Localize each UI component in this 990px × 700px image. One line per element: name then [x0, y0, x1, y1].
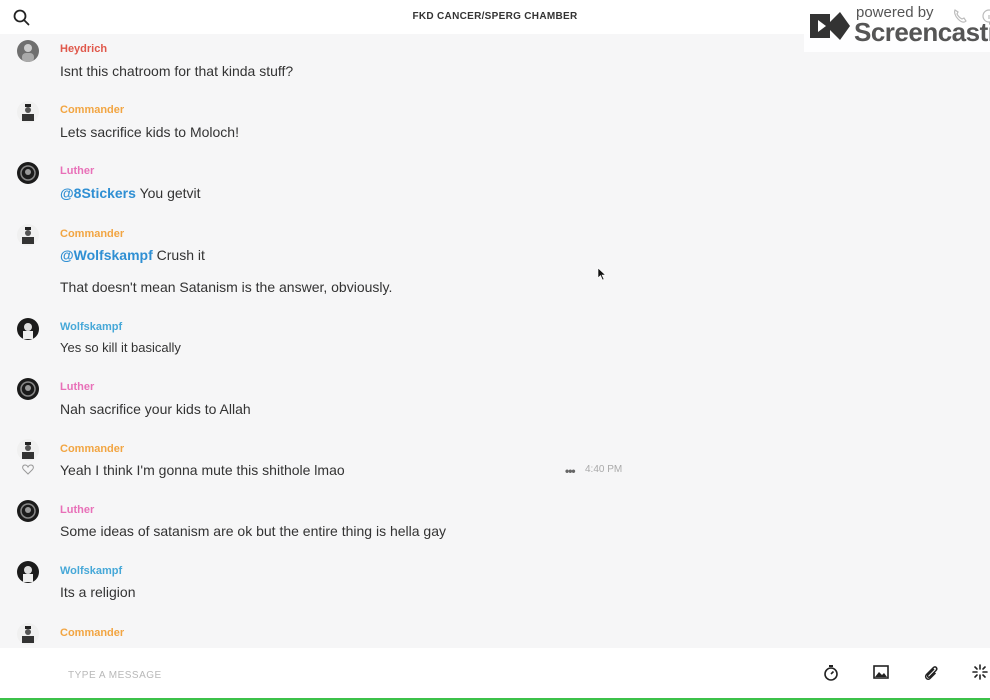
message-author[interactable]: Luther	[60, 381, 94, 393]
phone-icon[interactable]	[952, 8, 968, 24]
paperclip-icon[interactable]	[923, 664, 939, 682]
message-text: Lets sacrifice kids to Moloch!	[60, 124, 239, 140]
heart-icon[interactable]	[22, 464, 34, 475]
avatar[interactable]	[17, 224, 39, 246]
image-icon[interactable]	[873, 664, 889, 680]
sparkle-icon[interactable]	[972, 664, 988, 680]
message-author[interactable]: Luther	[60, 165, 94, 177]
message-author[interactable]: Wolfskampf	[60, 565, 122, 577]
cursor-icon	[597, 267, 607, 281]
avatar[interactable]	[17, 318, 39, 340]
timer-icon[interactable]	[823, 664, 839, 682]
message-composer	[0, 648, 990, 700]
avatar[interactable]	[17, 162, 39, 184]
avatar[interactable]	[17, 40, 39, 62]
avatar[interactable]	[17, 101, 39, 123]
message-text: That doesn't mean Satanism is the answer…	[60, 279, 393, 295]
message-more-button[interactable]: •••	[565, 464, 576, 478]
message-text: Isnt this chatroom for that kinda stuff?	[60, 63, 294, 79]
info-icon[interactable]	[982, 9, 990, 23]
message-timestamp: 4:40 PM	[585, 464, 623, 475]
message-author[interactable]: Luther	[60, 504, 94, 516]
user-mention[interactable]: @Wolfskampf	[60, 247, 153, 263]
avatar[interactable]	[17, 623, 39, 645]
message-text: @Wolfskampf Crush it	[60, 247, 205, 263]
message-body: You getvit	[139, 185, 201, 201]
message-author[interactable]: Commander	[60, 228, 124, 240]
message-body: Crush it	[156, 247, 205, 263]
avatar[interactable]	[17, 561, 39, 583]
message-text: Yes so kill it basically	[60, 340, 181, 355]
message-text: Its a religion	[60, 584, 136, 600]
message-list[interactable]: Heydrich Isnt this chatroom for that kin…	[0, 34, 990, 648]
message-author[interactable]: Heydrich	[60, 43, 107, 55]
message-author[interactable]: Commander	[60, 443, 124, 455]
avatar[interactable]	[17, 500, 39, 522]
message-text: Nah sacrifice your kids to Allah	[60, 401, 251, 417]
message-text: Yeah I think I'm gonna mute this shithol…	[60, 462, 345, 478]
message-text: @8Stickers You getvit	[60, 185, 201, 201]
avatar[interactable]	[17, 439, 39, 461]
message-author[interactable]: Commander	[60, 627, 124, 639]
message-author[interactable]: Commander	[60, 104, 124, 116]
avatar[interactable]	[17, 378, 39, 400]
user-mention[interactable]: @8Stickers	[60, 185, 136, 201]
message-text: Some ideas of satanism are ok but the en…	[60, 523, 446, 539]
message-author[interactable]: Wolfskampf	[60, 321, 122, 333]
message-input[interactable]	[66, 666, 670, 684]
